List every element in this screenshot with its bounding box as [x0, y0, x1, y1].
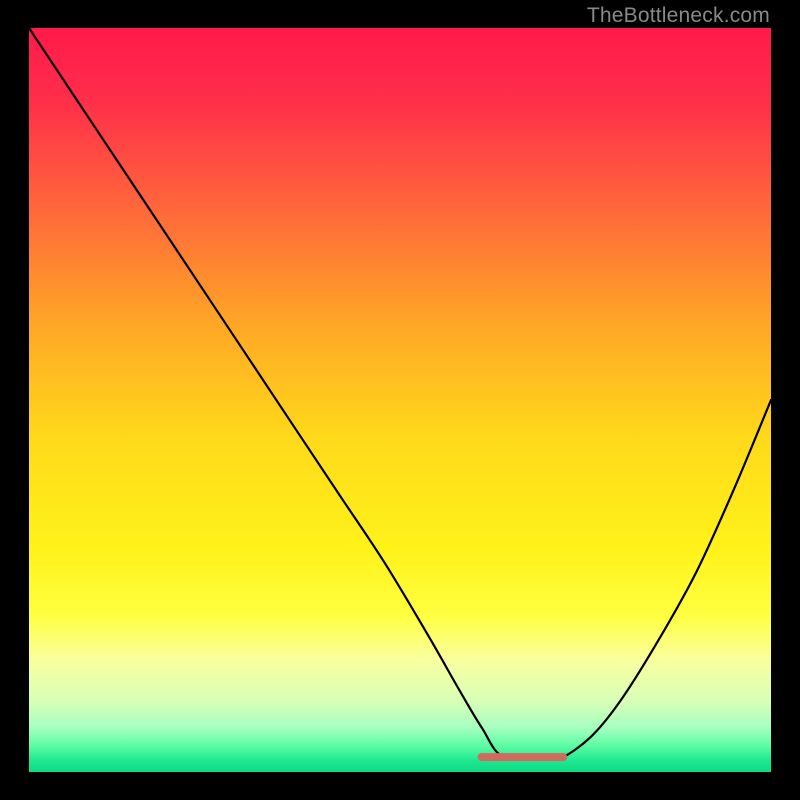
plot-area [29, 28, 771, 772]
watermark-text: TheBottleneck.com [587, 4, 770, 28]
bottleneck-curve [29, 28, 771, 772]
chart-frame: TheBottleneck.com [0, 0, 800, 800]
